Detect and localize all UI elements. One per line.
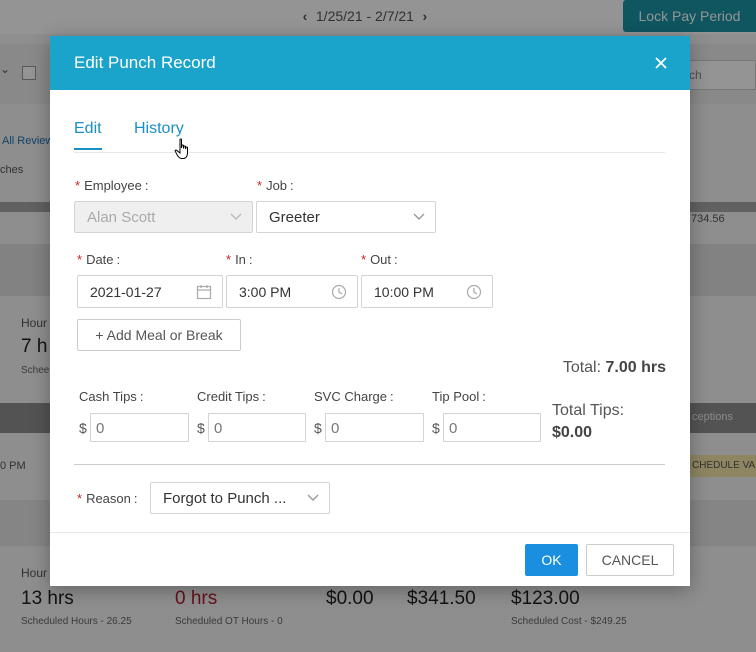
dialog-title: Edit Punch Record xyxy=(74,53,216,72)
ok-button[interactable]: OK xyxy=(525,544,578,576)
total-value: 7.00 hrs xyxy=(605,359,666,376)
hand-cursor-icon xyxy=(174,138,188,159)
chevron-down-icon xyxy=(413,213,425,220)
chevron-down-icon xyxy=(307,494,319,501)
edit-punch-record-dialog: Edit Punch Record Edit History * Employee… xyxy=(50,36,690,586)
add-meal-or-break-button[interactable]: + Add Meal or Break xyxy=(77,319,241,351)
close-icon[interactable] xyxy=(652,54,670,72)
reason-label: * Reason: xyxy=(77,491,138,506)
currency-symbol: $ xyxy=(79,420,87,436)
calendar-icon[interactable] xyxy=(196,284,212,300)
currency-symbol: $ xyxy=(314,420,322,436)
svc-charge-input[interactable]: 0 xyxy=(325,413,424,442)
total-tips: Total Tips: $0.00 xyxy=(552,400,624,444)
employee-select: Alan Scott xyxy=(74,201,253,233)
employee-value: Alan Scott xyxy=(87,209,156,226)
clock-icon[interactable] xyxy=(466,284,482,300)
reason-value: Forgot to Punch ... xyxy=(163,490,287,507)
in-time-picker[interactable]: 3:00 PM xyxy=(226,275,358,308)
chevron-down-icon xyxy=(230,213,242,220)
tab-edit[interactable]: Edit xyxy=(74,120,102,150)
job-select[interactable]: Greeter xyxy=(256,201,436,233)
date-label: * Date: xyxy=(77,252,121,267)
employee-label: * Employee: xyxy=(75,178,149,193)
total-tips-value: $0.00 xyxy=(552,424,593,441)
in-label: * In: xyxy=(226,252,253,267)
tab-bar: Edit History xyxy=(74,120,665,153)
cancel-button[interactable]: CANCEL xyxy=(586,544,674,576)
cash-tips-input[interactable]: 0 xyxy=(90,413,189,442)
currency-symbol: $ xyxy=(432,420,440,436)
total-hours: Total: 7.00 hrs xyxy=(563,359,666,377)
job-value: Greeter xyxy=(269,209,320,226)
credit-tips-label: Credit Tips: xyxy=(197,389,266,404)
tip-pool-label: Tip Pool: xyxy=(432,389,486,404)
out-label: * Out: xyxy=(361,252,398,267)
date-value: 2021-01-27 xyxy=(90,284,162,300)
dialog-header: Edit Punch Record xyxy=(50,36,690,90)
dialog-footer: OK CANCEL xyxy=(50,532,690,586)
currency-symbol: $ xyxy=(197,420,205,436)
credit-tips-input[interactable]: 0 xyxy=(208,413,306,442)
reason-select[interactable]: Forgot to Punch ... xyxy=(150,482,330,514)
out-time-value: 10:00 PM xyxy=(374,284,434,300)
tip-pool-input[interactable]: 0 xyxy=(443,413,541,442)
total-tips-label: Total Tips: xyxy=(552,402,625,419)
date-picker[interactable]: 2021-01-27 xyxy=(77,275,223,308)
svc-charge-label: SVC Charge: xyxy=(314,389,394,404)
total-label: Total: xyxy=(562,359,602,376)
out-time-picker[interactable]: 10:00 PM xyxy=(361,275,493,308)
in-time-value: 3:00 PM xyxy=(239,284,292,300)
clock-icon[interactable] xyxy=(331,284,347,300)
cash-tips-label: Cash Tips: xyxy=(79,389,144,404)
job-label: * Job: xyxy=(257,178,294,193)
section-divider xyxy=(74,464,665,465)
